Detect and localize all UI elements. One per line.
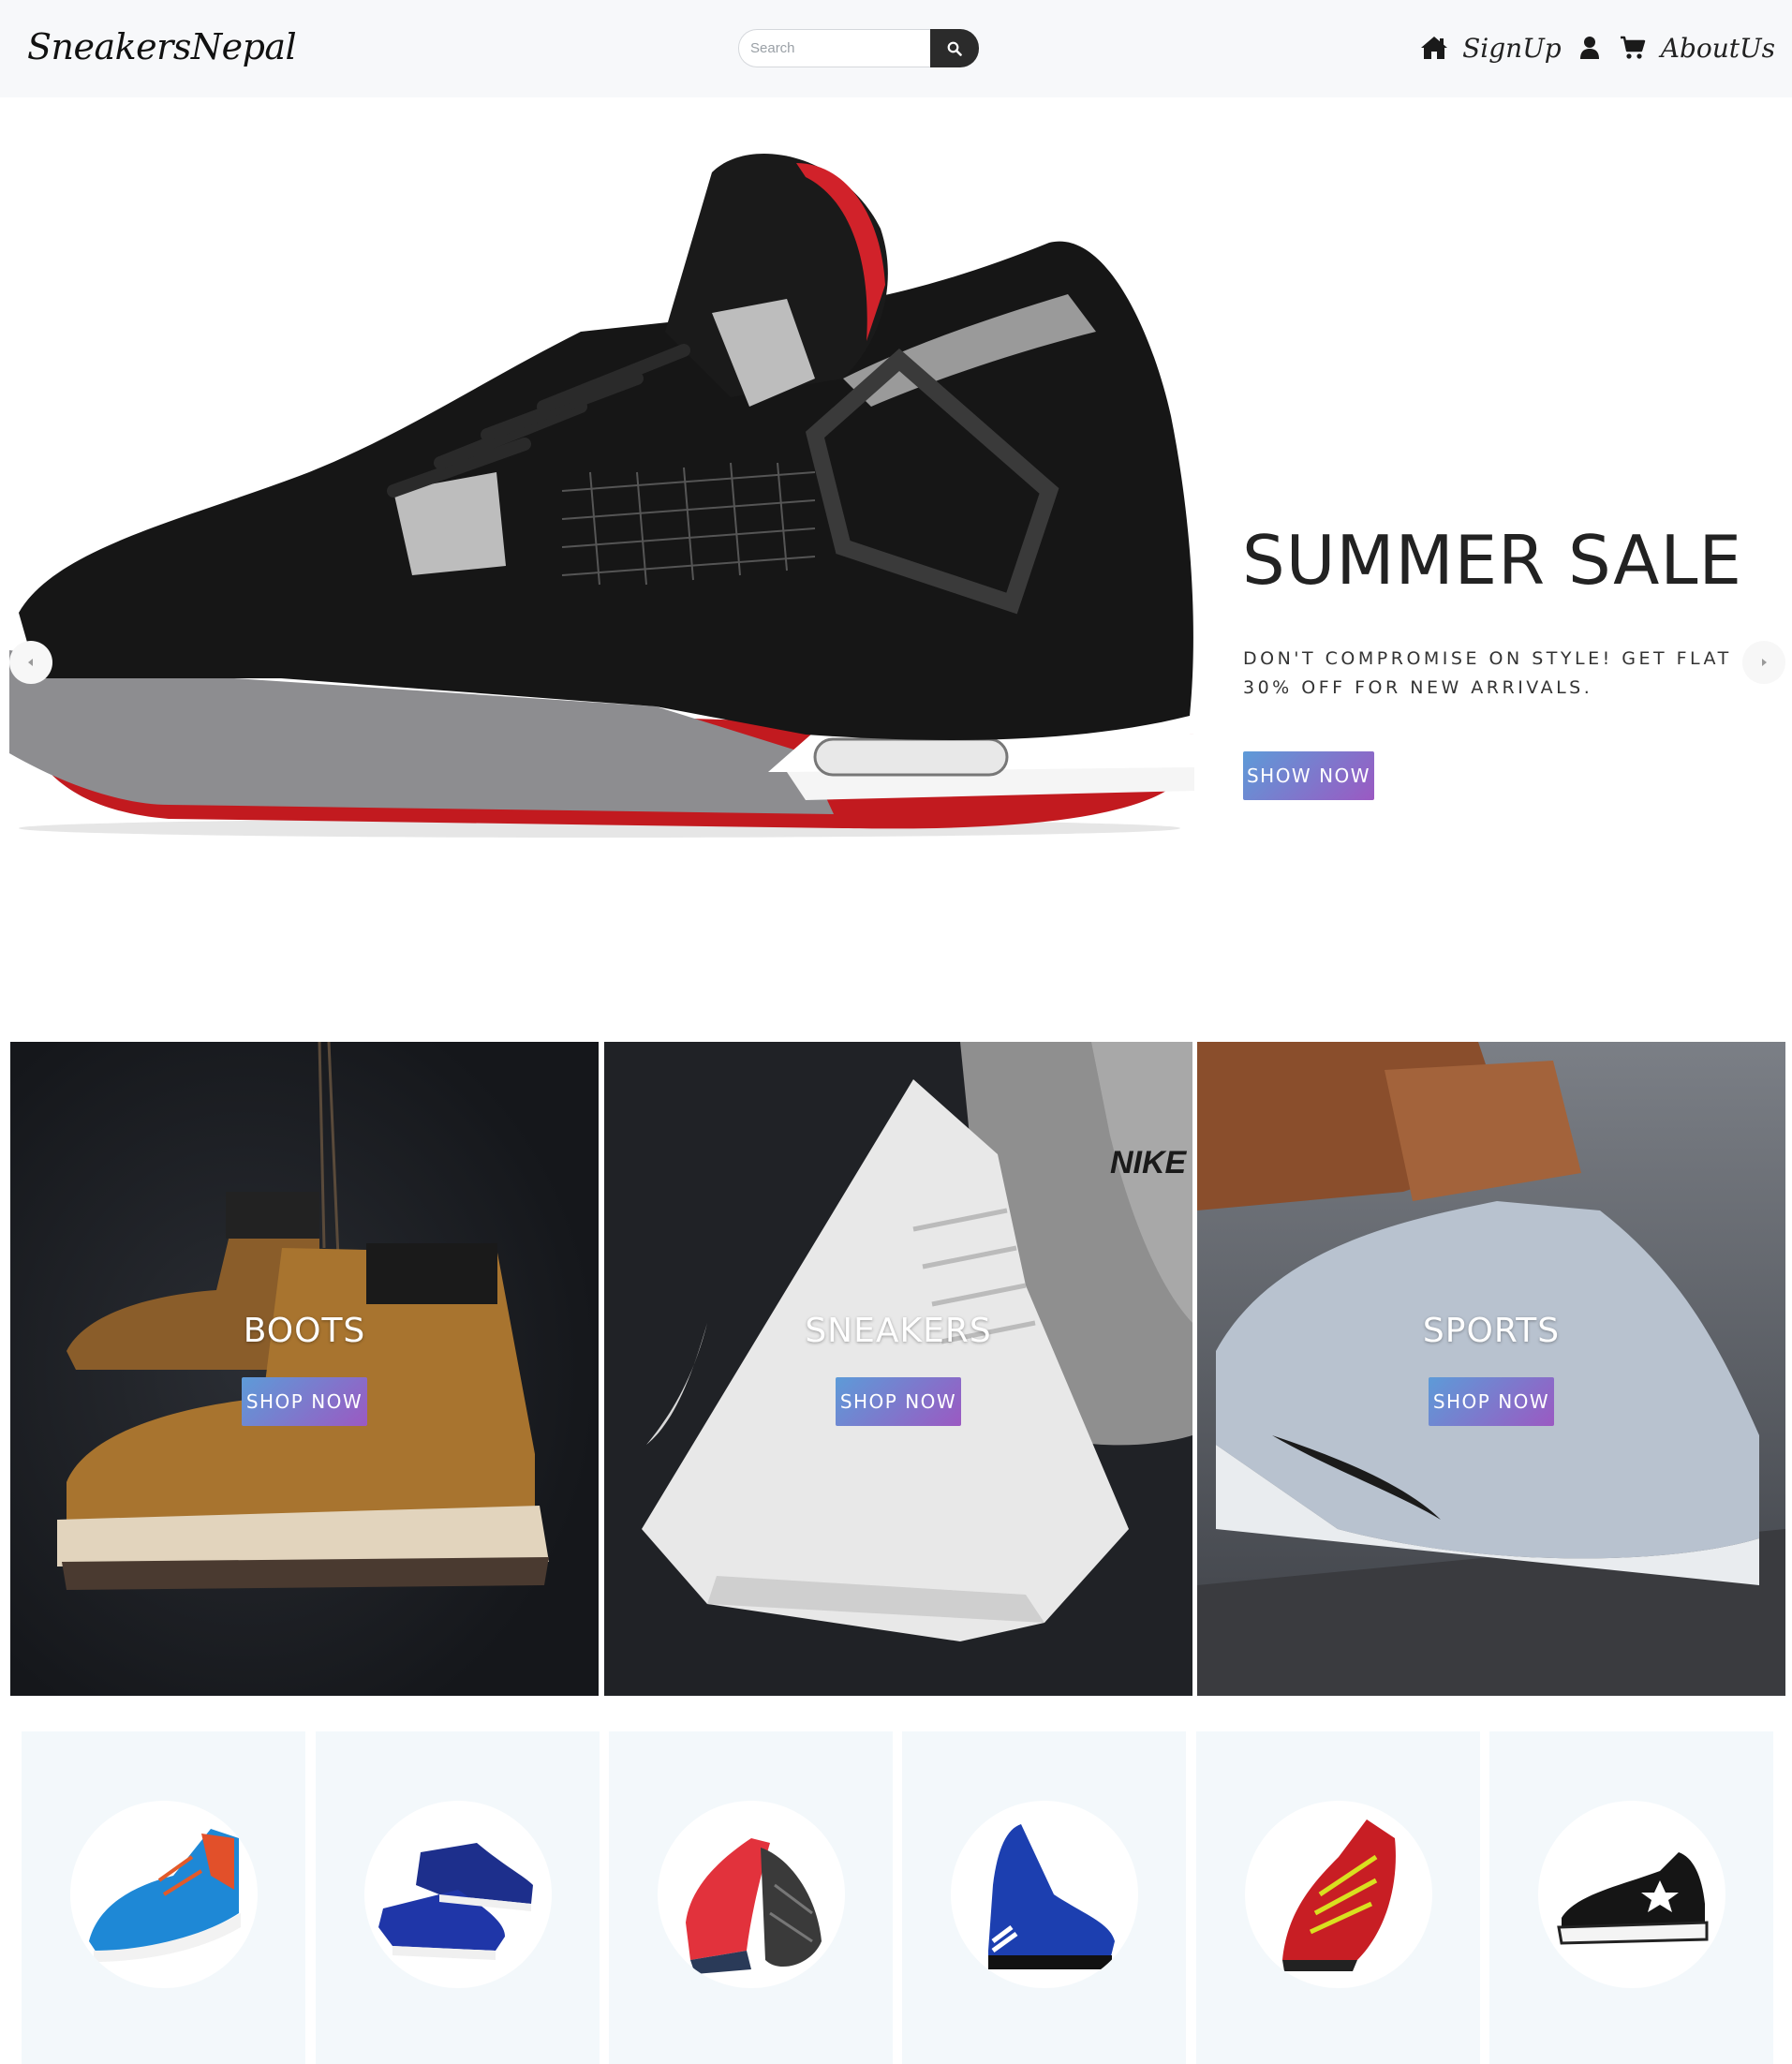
hero-title: SUMMER SALE xyxy=(1242,521,1742,600)
caret-left-icon xyxy=(28,659,33,666)
category-title: SNEAKERS xyxy=(805,1312,992,1350)
user-link[interactable] xyxy=(1575,33,1605,63)
shop-now-button[interactable]: SHOP NOW xyxy=(242,1377,367,1426)
boots-image xyxy=(10,1042,599,1696)
search-icon xyxy=(947,41,962,56)
blue-running-shoe-image xyxy=(89,1829,241,1962)
sneakers-image: NIKE xyxy=(604,1042,1192,1696)
product-card[interactable] xyxy=(316,1731,600,2064)
product-card[interactable] xyxy=(22,1731,305,2064)
product-image xyxy=(70,1801,258,1988)
svg-text:NIKE: NIKE xyxy=(1110,1145,1188,1180)
cart-icon xyxy=(1620,36,1645,59)
navy-boat-shoe-image xyxy=(378,1843,533,1960)
red-yellow-runner-image xyxy=(1282,1819,1396,1971)
hero-description: DON'T COMPROMISE ON STYLE! GET FLAT 30% … xyxy=(1243,648,1732,698)
user-icon xyxy=(1579,37,1599,59)
category-tile-sports[interactable]: SPORTS SHOP NOW xyxy=(1197,1042,1785,1696)
product-image xyxy=(364,1801,552,1988)
black-canvas-sneaker-image xyxy=(1557,1852,1709,1945)
signup-link[interactable]: SignUp xyxy=(1462,33,1562,64)
product-image xyxy=(658,1801,845,1988)
blue-high-top-image xyxy=(988,1824,1115,1969)
search-form xyxy=(738,29,979,67)
carousel-next-button[interactable] xyxy=(1742,641,1785,684)
category-tile-sneakers[interactable]: NIKE SNEAKERS SHOP NOW xyxy=(604,1042,1192,1696)
product-image xyxy=(951,1801,1138,1988)
cart-link[interactable] xyxy=(1618,33,1648,63)
hero-carousel: SUMMER SALE DON'T COMPROMISE ON STYLE! G… xyxy=(0,97,1792,941)
search-input[interactable] xyxy=(738,29,930,67)
caret-right-icon xyxy=(1762,659,1767,666)
product-card[interactable] xyxy=(1489,1731,1773,2064)
shop-now-button[interactable]: SHOP NOW xyxy=(836,1377,961,1426)
category-title: SPORTS xyxy=(1422,1312,1561,1350)
hero-shoe-image xyxy=(9,154,1194,838)
home-icon xyxy=(1421,37,1448,59)
product-image xyxy=(1245,1801,1432,1988)
red-black-trainer-image xyxy=(686,1838,822,1974)
brand-logo[interactable]: SneakersNepal xyxy=(27,26,297,67)
sports-image xyxy=(1197,1042,1785,1696)
search-button[interactable] xyxy=(930,29,979,67)
navbar: SneakersNepal SignUp xyxy=(0,0,1792,97)
carousel-prev-button[interactable] xyxy=(9,641,52,684)
product-card[interactable] xyxy=(609,1731,893,2064)
product-card[interactable] xyxy=(1196,1731,1480,2064)
category-tile-boots[interactable]: BOOTS SHOP NOW xyxy=(10,1042,599,1696)
product-image xyxy=(1538,1801,1725,1988)
category-title: BOOTS xyxy=(243,1312,366,1350)
shop-now-button[interactable]: SHOP NOW xyxy=(1429,1377,1554,1426)
show-now-button[interactable]: SHOW NOW xyxy=(1243,751,1374,800)
nav-links: SignUp AboutUs xyxy=(1419,26,1775,69)
product-card[interactable] xyxy=(902,1731,1186,2064)
aboutus-link[interactable]: AboutUs xyxy=(1661,33,1775,64)
home-link[interactable] xyxy=(1419,33,1449,63)
